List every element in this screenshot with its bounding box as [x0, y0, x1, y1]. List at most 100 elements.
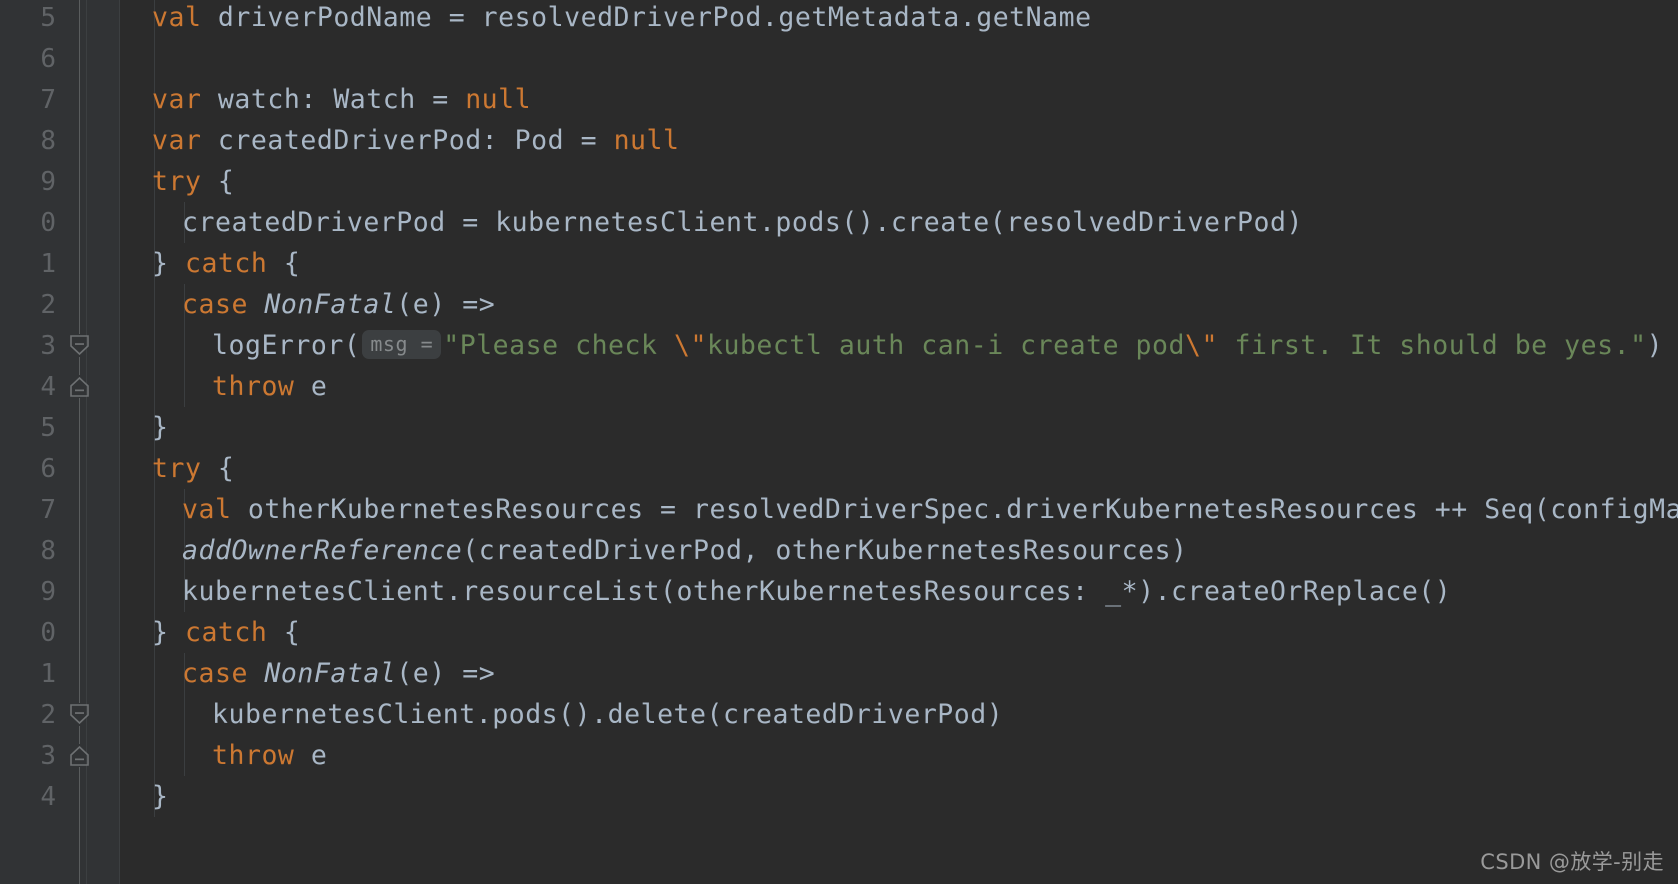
fold-rail-segment	[79, 726, 80, 744]
code-line[interactable]: val otherKubernetesResources = resolvedD…	[120, 489, 1678, 530]
code-line[interactable]: createdDriverPod = kubernetesClient.pods…	[120, 202, 1303, 243]
code-line[interactable]: try {	[120, 161, 234, 202]
line-number: 1	[40, 659, 56, 689]
code-line[interactable]: } catch {	[120, 612, 300, 653]
line-number: 2	[40, 700, 56, 730]
line-number: 2	[40, 290, 56, 320]
code-token-id: }	[152, 412, 169, 443]
code-line[interactable]: var watch: Watch = null	[120, 79, 531, 120]
code-token-kw: var	[152, 125, 202, 156]
line-number: 6	[40, 454, 56, 484]
code-token-id: {	[267, 248, 301, 279]
code-line[interactable]: } catch {	[120, 243, 300, 284]
code-token-ital: NonFatal	[264, 658, 397, 689]
code-token-id: {	[267, 617, 301, 648]
code-token-id: }	[152, 617, 185, 648]
code-token-kw: case	[182, 658, 248, 689]
line-number: 0	[40, 618, 56, 648]
line-number: 1	[40, 249, 56, 279]
code-token-id: (createdDriverPod, otherKubernetesResour…	[462, 535, 1188, 566]
code-line[interactable]: logError(msg = "Please check \"kubectl au…	[120, 325, 1663, 366]
code-editor[interactable]: 5 6 7 8 9 0 1 2 3 4 5 6 7 8 9 0 1 2 3 4 val driverPodName =…	[0, 0, 1678, 884]
line-number: 3	[40, 331, 56, 361]
line-number: 0	[40, 208, 56, 238]
code-token-kw: val	[182, 494, 232, 525]
line-number: 5	[40, 3, 56, 33]
line-number: 4	[40, 372, 56, 402]
code-token-id: }	[152, 248, 185, 279]
code-line[interactable]: throw e	[120, 735, 327, 776]
code-token-kw: null	[465, 84, 532, 115]
line-number: 3	[40, 741, 56, 771]
code-line[interactable]: throw e	[120, 366, 327, 407]
code-token-ital: addOwnerReference	[182, 535, 463, 566]
line-number: 8	[40, 536, 56, 566]
line-number: 4	[40, 782, 56, 812]
line-number: 9	[40, 167, 56, 197]
code-token-id: {	[201, 166, 235, 197]
code-line[interactable]	[120, 38, 152, 79]
line-number: 8	[40, 126, 56, 156]
code-token-id: (e) =>	[396, 289, 496, 320]
code-content[interactable]: val driverPodName = resolvedDriverPod.ge…	[120, 0, 1678, 884]
code-token-id	[248, 658, 264, 689]
code-token-ital: NonFatal	[264, 289, 397, 320]
code-token-kw: val	[152, 2, 202, 33]
code-line[interactable]: addOwnerReference(createdDriverPod, othe…	[120, 530, 1188, 571]
code-token-id: kubernetesClient.resourceList(otherKuber…	[182, 576, 1452, 607]
code-token-str: kubectl auth can-i create pod	[706, 330, 1186, 361]
code-line[interactable]: case NonFatal(e) =>	[120, 284, 495, 325]
code-line[interactable]: try {	[120, 448, 234, 489]
code-token-str: "Please check	[443, 330, 674, 361]
code-line[interactable]: kubernetesClient.resourceList(otherKuber…	[120, 571, 1451, 612]
fold-rail-segment	[79, 357, 80, 375]
code-token-kw: null	[613, 125, 680, 156]
code-token-id: driverPodName = resolvedDriverPod.getMet…	[201, 2, 1092, 33]
code-token-id: watch: Watch =	[201, 84, 466, 115]
code-token-id: {	[201, 453, 235, 484]
code-line[interactable]: }	[120, 776, 168, 817]
fold-collapse-end-icon[interactable]	[68, 744, 91, 767]
line-number: 7	[40, 495, 56, 525]
code-line[interactable]: case NonFatal(e) =>	[120, 653, 495, 694]
code-line[interactable]: val driverPodName = resolvedDriverPod.ge…	[120, 0, 1092, 38]
code-line[interactable]: var createdDriverPod: Pod = null	[120, 120, 680, 161]
fold-rail-segment	[79, 767, 80, 884]
code-token-id: otherKubernetesResources = resolvedDrive…	[231, 494, 1678, 525]
code-token-id: createdDriverPod = kubernetesClient.pods…	[182, 207, 1303, 238]
fold-rail-segment	[79, 398, 80, 703]
code-token-id: e	[294, 371, 328, 402]
editor-gutter[interactable]: 5 6 7 8 9 0 1 2 3 4 5 6 7 8 9 0 1 2 3 4	[0, 0, 120, 884]
code-token-id: logError(	[212, 330, 361, 361]
code-token-id	[248, 289, 264, 320]
fold-collapse-end-icon[interactable]	[68, 375, 91, 398]
fold-rail-segment	[79, 0, 80, 334]
code-token-id: createdDriverPod: Pod =	[201, 125, 614, 156]
code-token-id: }	[152, 781, 169, 812]
fold-collapse-start-icon[interactable]	[68, 334, 91, 357]
code-token-kw: try	[152, 453, 202, 484]
code-line[interactable]: kubernetesClient.pods().delete(createdDr…	[120, 694, 1003, 735]
code-line[interactable]: }	[120, 407, 168, 448]
line-number: 9	[40, 577, 56, 607]
code-token-kw: throw	[212, 371, 295, 402]
code-token-id: kubernetesClient.pods().delete(createdDr…	[212, 699, 1004, 730]
code-token-kw: catch	[184, 248, 268, 279]
inline-parameter-hint[interactable]: msg =	[362, 330, 442, 359]
line-number: 5	[40, 413, 56, 443]
code-token-kw: catch	[184, 617, 268, 648]
code-token-id: )	[1646, 330, 1664, 361]
code-token-kw: var	[152, 84, 202, 115]
code-token-id: e	[294, 740, 328, 771]
fold-collapse-start-icon[interactable]	[68, 703, 91, 726]
code-token-str: first. It should be yes."	[1217, 330, 1647, 361]
code-token-kw: throw	[212, 740, 295, 771]
line-number: 7	[40, 85, 56, 115]
line-number: 6	[40, 44, 56, 74]
code-token-kw: case	[182, 289, 248, 320]
watermark: CSDN @放学-别走	[1480, 850, 1664, 874]
code-token-esc: \"	[674, 330, 707, 361]
code-token-kw: try	[152, 166, 202, 197]
code-token-id: (e) =>	[396, 658, 496, 689]
code-token-esc: \"	[1185, 330, 1218, 361]
